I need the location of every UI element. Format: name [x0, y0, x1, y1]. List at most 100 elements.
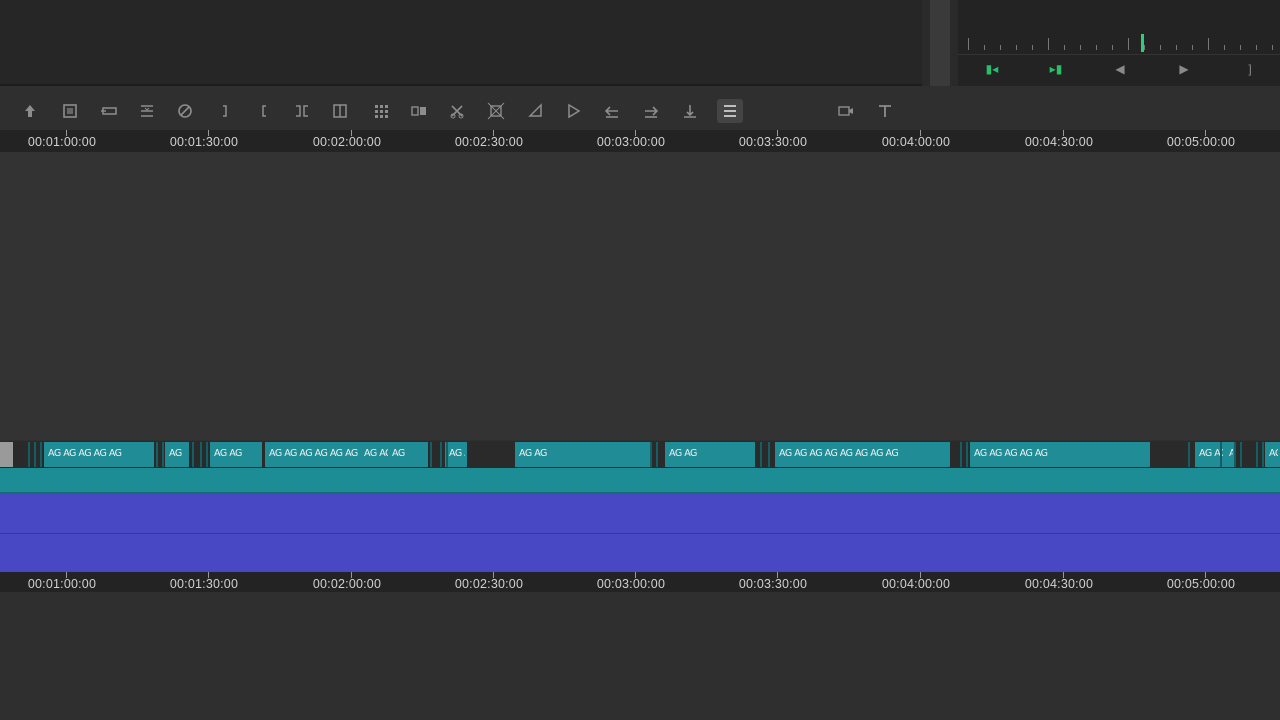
clip-label: AG AG AG AG AG [48, 448, 122, 459]
go-to-in-icon[interactable]: ▮◂ [980, 60, 1004, 78]
clip-edit-point[interactable] [446, 442, 448, 467]
viewer-ruler-tick [1080, 45, 1081, 50]
blade-icon[interactable] [444, 99, 470, 123]
clip-edit-point[interactable] [656, 442, 658, 467]
text-tool-icon[interactable] [872, 99, 898, 123]
viewer-playhead[interactable] [1141, 34, 1144, 52]
viewer-ruler-tick [1192, 45, 1193, 50]
viewer-ruler-tick [1016, 45, 1017, 50]
clip-edit-point[interactable] [162, 442, 164, 467]
mark-in-icon[interactable] [251, 99, 277, 123]
video-link-icon[interactable] [833, 99, 859, 123]
ruler-timecode-label: 00:01:30:00 [169, 577, 239, 591]
clip-edit-point[interactable] [768, 442, 770, 467]
timeline-bottom-area [0, 592, 1280, 720]
ruler-timecode-label: 00:03:30:00 [738, 135, 808, 149]
clip-label: AG AG AG AG AG AG AG [449, 448, 465, 459]
clip-label: AG AG AG AG AG AG AG AG [779, 448, 899, 459]
mark-out-icon[interactable] [212, 99, 238, 123]
clip-label: AG [392, 448, 405, 459]
align-right-icon[interactable] [638, 99, 664, 123]
clip-icon[interactable] [57, 99, 83, 123]
clip-edit-point[interactable] [1188, 442, 1190, 467]
clip-edit-point[interactable] [1240, 442, 1242, 467]
overwrite-icon[interactable] [134, 99, 160, 123]
viewer-scrub-ruler[interactable] [958, 30, 1280, 55]
clip-label: AG [1269, 448, 1278, 459]
list-icon[interactable] [717, 99, 743, 123]
clip-edit-point[interactable] [1234, 442, 1236, 467]
crop-icon[interactable] [523, 99, 549, 123]
clip-edit-point[interactable] [156, 442, 158, 467]
video-track[interactable] [0, 468, 1280, 494]
arrow-up-icon[interactable] [17, 99, 43, 123]
go-to-out-icon[interactable]: ▸▮ [1044, 60, 1068, 78]
viewer-ruler-tick [1144, 45, 1145, 50]
ruler-timecode-label: 00:02:00:00 [312, 135, 382, 149]
trim-icon[interactable] [289, 99, 315, 123]
ruler-timecode-label: 00:03:00:00 [596, 135, 666, 149]
clip-strip[interactable]: AG AG AG AG AG AG AG AG AG AG AG AG AG AG AG… [0, 441, 1280, 468]
viewer-ruler-tick [984, 45, 985, 50]
align-bottom-icon[interactable] [677, 99, 703, 123]
panel-resize-handle[interactable] [930, 0, 950, 86]
viewer-ruler-tick [1256, 45, 1257, 50]
clip-edit-point[interactable] [430, 442, 432, 467]
clip-edit-point[interactable] [28, 442, 30, 467]
ruler-timecode-label: 00:04:00:00 [881, 135, 951, 149]
timeline-ruler-top[interactable]: 00:01:00:00 00:01:30:00 00:02:00:00 00:02:3… [0, 130, 1280, 152]
ruler-timecode-label: 00:03:00:00 [596, 577, 666, 591]
transform-icon[interactable] [483, 99, 509, 123]
grid-icon[interactable] [368, 99, 394, 123]
viewer-ruler-tick [1032, 45, 1033, 50]
clip-edit-point[interactable] [1220, 442, 1222, 467]
clip-edit-point[interactable] [440, 442, 442, 467]
insert-icon[interactable] [96, 99, 122, 123]
ruler-timecode-label: 00:04:30:00 [1024, 135, 1094, 149]
perspective-icon[interactable] [561, 99, 587, 123]
timeline-ruler-bottom[interactable]: 00:01:00:00 00:01:30:00 00:02:00:00 00:02:3… [0, 572, 1280, 594]
clip-label: AG AG [364, 448, 388, 459]
align-left-icon[interactable] [599, 99, 625, 123]
ruler-timecode-label: 00:05:00:00 [1166, 135, 1236, 149]
panel-divider[interactable] [922, 0, 958, 86]
clip-edit-point[interactable] [200, 442, 202, 467]
clip-edit-point[interactable] [192, 442, 194, 467]
clip-edit-point[interactable] [40, 442, 42, 467]
ruler-timecode-label: 00:02:30:00 [454, 577, 524, 591]
audio-track-2[interactable] [0, 534, 1280, 573]
clip-edit-point[interactable] [206, 442, 208, 467]
clip-edit-point[interactable] [760, 442, 762, 467]
clip-strip-handle[interactable] [0, 442, 13, 467]
viewer-ruler-tick [1240, 45, 1241, 50]
play-forward-icon[interactable]: ▶ [1174, 60, 1194, 78]
timeline-toolbar [0, 97, 1280, 125]
viewer-ruler-tick [1128, 38, 1129, 50]
clip-edit-point[interactable] [966, 442, 968, 467]
clip-edit-point[interactable] [34, 442, 36, 467]
viewer-ruler-tick [1000, 45, 1001, 50]
clip-edit-point[interactable] [1256, 442, 1258, 467]
ruler-timecode-label: 00:01:30:00 [169, 135, 239, 149]
clip-edit-point[interactable] [650, 442, 652, 467]
viewer-ruler-tick [1064, 45, 1065, 50]
ruler-timecode-label: 00:03:30:00 [738, 577, 808, 591]
clip-label: AG AG AG AG AG AG [269, 448, 358, 459]
viewer-ruler-tick [1096, 45, 1097, 50]
disable-icon[interactable] [172, 99, 198, 123]
viewer-panel: ▮◂ ▸▮ ◀ ▶ ] [958, 0, 1280, 86]
clip-edit-point[interactable] [1262, 442, 1264, 467]
mark-out-icon-viewer[interactable]: ] [1242, 60, 1258, 78]
browser-panel [0, 0, 922, 86]
viewer-ruler-tick [1112, 45, 1113, 50]
split-frames-icon[interactable] [327, 99, 353, 123]
play-reverse-icon[interactable]: ◀ [1110, 60, 1130, 78]
clip-edit-point[interactable] [960, 442, 962, 467]
viewer-ruler-tick [1224, 45, 1225, 50]
clip-label: AG [169, 448, 182, 459]
match-frame-icon[interactable] [406, 99, 432, 123]
ruler-timecode-label: 00:02:00:00 [312, 577, 382, 591]
audio-track-1[interactable] [0, 494, 1280, 534]
timeline-empty-area[interactable] [0, 152, 1280, 440]
ruler-timecode-label: 00:02:30:00 [454, 135, 524, 149]
